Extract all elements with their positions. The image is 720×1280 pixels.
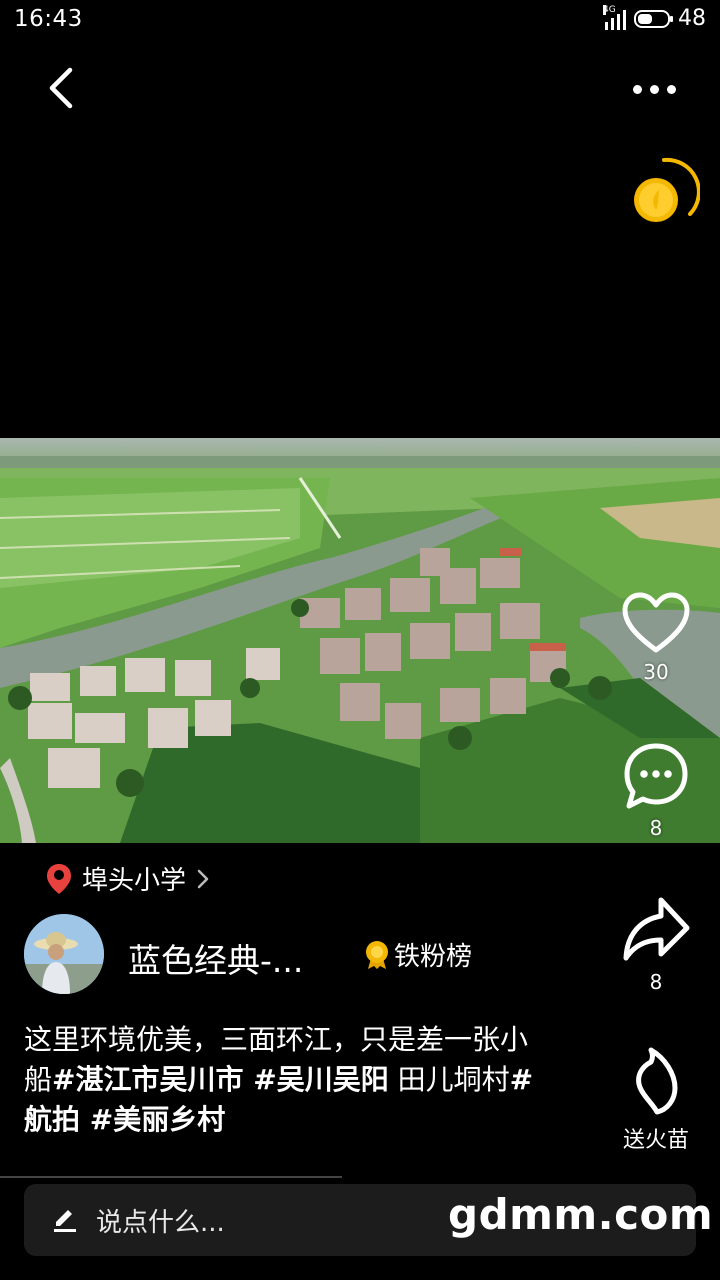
watermark: gdmm.com <box>448 1190 714 1239</box>
share-count: 8 <box>649 970 663 994</box>
hashtag[interactable]: #吴川吴阳 <box>253 1063 388 1096</box>
back-button[interactable] <box>40 62 86 114</box>
medal-icon <box>366 940 388 969</box>
fan-ranking-label: 铁粉榜 <box>394 942 473 972</box>
send-flame-label: 送火苗 <box>622 1128 689 1153</box>
like-button[interactable]: 30 <box>608 592 704 684</box>
send-flame-button[interactable]: 送火苗 <box>608 1046 704 1154</box>
battery-icon <box>634 9 673 28</box>
battery-level: 48 <box>678 6 706 31</box>
caption-text: 田儿垌村 <box>388 1063 510 1096</box>
dot-icon <box>632 84 642 94</box>
chevron-left-icon <box>49 67 73 109</box>
avatar-image <box>24 914 104 994</box>
coin-icon <box>634 157 701 222</box>
status-bar: 16:43 4G 48 <box>0 0 720 40</box>
post-caption: 这里环境优美，三面环江，只是差一张小船#湛江市吴川市 #吴川吴阳 田儿垌村#航拍… <box>24 1020 554 1140</box>
signal-icon: 4G <box>603 4 626 30</box>
share-arrow-icon <box>623 897 690 961</box>
dot-icon <box>666 84 676 94</box>
pen-icon <box>54 1210 76 1232</box>
status-time: 16:43 <box>14 6 83 32</box>
comment-placeholder: 说点什么... <box>96 1208 225 1238</box>
network-type: 4G <box>603 4 616 15</box>
hashtag[interactable]: #湛江市吴川市 <box>52 1063 253 1096</box>
location-pin-icon <box>47 863 71 894</box>
dot-icon <box>649 84 659 94</box>
share-button[interactable]: 8 <box>608 894 704 994</box>
coin-reward-button[interactable] <box>628 156 701 228</box>
fan-ranking-badge[interactable]: 铁粉榜 <box>364 936 472 973</box>
progress-divider <box>0 1176 342 1178</box>
comment-icon <box>624 743 688 809</box>
comment-count: 8 <box>649 816 663 840</box>
like-count: 30 <box>643 660 669 684</box>
author-avatar[interactable] <box>24 914 104 994</box>
author-name[interactable]: 蓝色经典-... <box>128 934 303 982</box>
heart-icon <box>622 592 690 653</box>
comment-button[interactable]: 8 <box>608 742 704 840</box>
location-name: 埠头小学 <box>82 866 187 896</box>
chevron-right-icon <box>197 869 209 888</box>
hashtag[interactable]: #美丽乡村 <box>90 1103 225 1136</box>
flame-icon <box>636 1047 678 1115</box>
more-options-button[interactable] <box>622 72 686 106</box>
status-right: 4G 48 <box>603 4 706 31</box>
location-tag[interactable]: 埠头小学 <box>46 860 210 897</box>
